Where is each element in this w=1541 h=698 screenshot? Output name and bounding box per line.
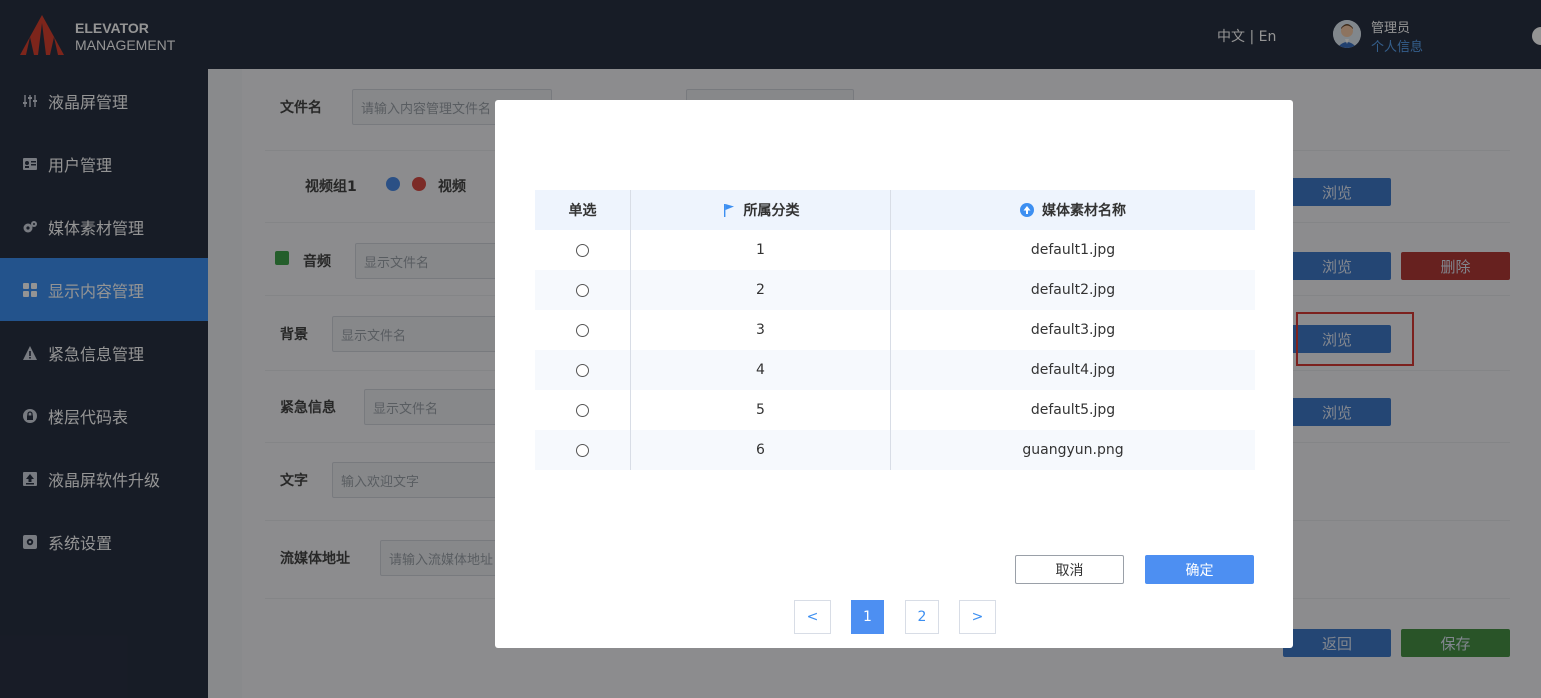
row-media-name: default1.jpg <box>1030 242 1116 258</box>
row-media-name: default2.jpg <box>1030 282 1116 298</box>
cancel-button[interactable]: 取消 <box>1015 555 1124 584</box>
row-category: 6 <box>631 430 891 470</box>
flag-icon <box>722 203 736 217</box>
table-row[interactable]: 4 default4.jpg <box>535 350 1255 390</box>
confirm-button[interactable]: 确定 <box>1145 555 1254 584</box>
col-media-name[interactable]: 媒体素材名称 <box>891 190 1255 230</box>
media-table: 单选 所属分类 媒体素材名称 1 default1.jpg 2 default2… <box>535 190 1255 470</box>
row-media-name: default3.jpg <box>1030 322 1116 338</box>
row-category: 3 <box>631 310 891 350</box>
prev-page-button[interactable]: < <box>794 600 831 634</box>
row-radio[interactable] <box>576 363 589 377</box>
row-radio[interactable] <box>576 243 589 257</box>
row-radio[interactable] <box>576 283 589 297</box>
table-row[interactable]: 6 guangyun.png <box>535 430 1255 470</box>
table-row[interactable]: 5 default5.jpg <box>535 390 1255 430</box>
sort-up-icon <box>1020 203 1034 217</box>
row-category: 5 <box>631 390 891 430</box>
row-media-name: default5.jpg <box>1030 402 1116 418</box>
row-category: 4 <box>631 350 891 390</box>
col-select: 单选 <box>535 190 631 230</box>
table-row[interactable]: 1 default1.jpg <box>535 230 1255 270</box>
next-page-button[interactable]: > <box>959 600 996 634</box>
row-radio[interactable] <box>576 403 589 417</box>
col-media-name-label: 媒体素材名称 <box>1042 203 1126 219</box>
media-select-dialog: 单选 所属分类 媒体素材名称 1 default1.jpg 2 default2… <box>495 100 1293 648</box>
page-2-button[interactable]: 2 <box>905 600 939 634</box>
table-row[interactable]: 3 default3.jpg <box>535 310 1255 350</box>
page-1-button[interactable]: 1 <box>851 600 884 634</box>
row-radio[interactable] <box>576 443 589 457</box>
row-category: 2 <box>631 270 891 310</box>
row-media-name: guangyun.png <box>1022 442 1124 458</box>
table-header: 单选 所属分类 媒体素材名称 <box>535 190 1255 230</box>
table-row[interactable]: 2 default2.jpg <box>535 270 1255 310</box>
row-media-name: default4.jpg <box>1030 362 1116 378</box>
col-category-label: 所属分类 <box>743 203 800 219</box>
row-category: 1 <box>631 230 891 270</box>
row-radio[interactable] <box>576 323 589 337</box>
col-category[interactable]: 所属分类 <box>631 190 891 230</box>
